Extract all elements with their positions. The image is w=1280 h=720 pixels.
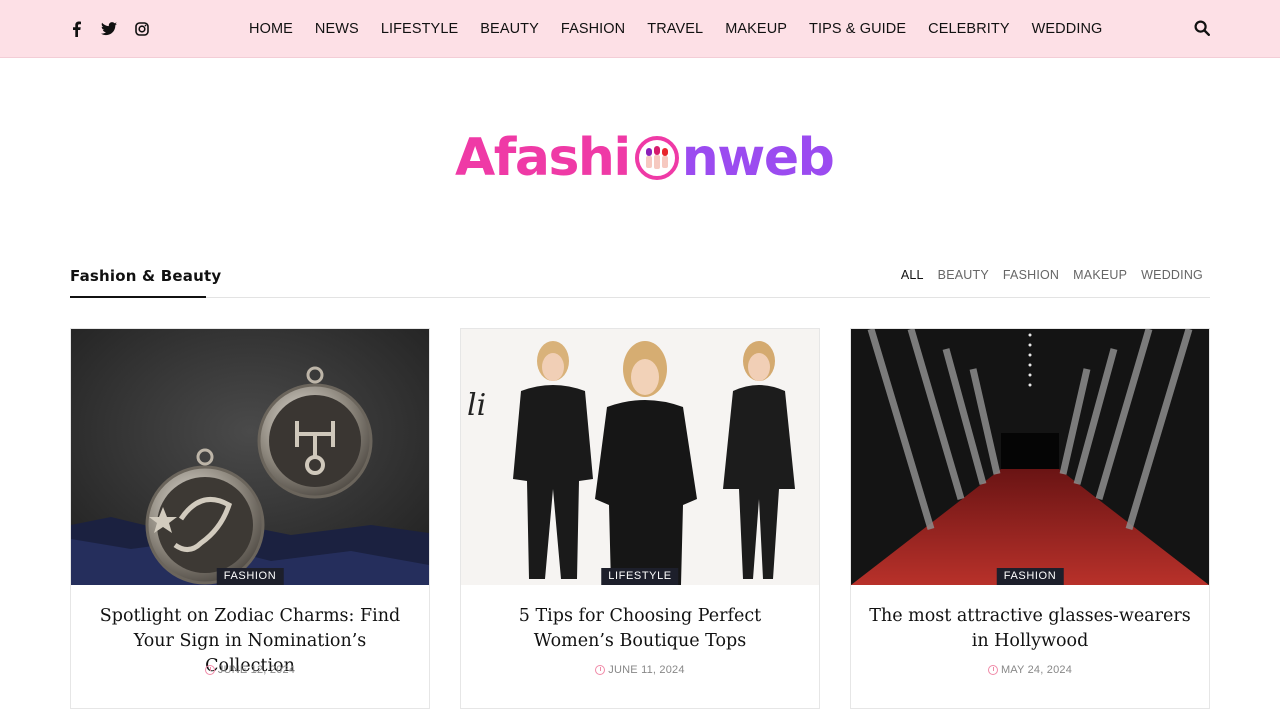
category-filters: ALL BEAUTY FASHION MAKEUP WEDDING (901, 268, 1203, 282)
svg-text:li: li (467, 388, 486, 423)
filter-all[interactable]: ALL (901, 268, 924, 282)
search-icon[interactable] (1194, 20, 1212, 38)
red-carpet-image[interactable] (851, 329, 1209, 585)
logo-text-end: nweb (681, 128, 835, 188)
nav-item-makeup[interactable]: MAKEUP (725, 21, 787, 37)
article-title[interactable]: The most attractive glasses-wearers in H… (869, 604, 1191, 654)
filter-makeup[interactable]: MAKEUP (1073, 268, 1127, 282)
category-badge[interactable]: FASHION (996, 568, 1064, 585)
nav-item-fashion[interactable]: FASHION (561, 21, 625, 37)
nav-item-tips-guide[interactable]: TIPS & GUIDE (809, 21, 906, 37)
article-date: MAY 24, 2024 (851, 664, 1209, 676)
nail-polish-icon (633, 134, 681, 182)
article-date: JUNE 12, 2024 (71, 664, 429, 676)
zodiac-charms-image[interactable] (71, 329, 429, 585)
article-card[interactable]: FASHION Spotlight on Zodiac Charms: Find… (70, 328, 430, 709)
boutique-tops-image[interactable]: li (461, 329, 819, 585)
nav-item-wedding[interactable]: WEDDING (1032, 21, 1103, 37)
article-date-text: MAY 24, 2024 (1000, 664, 1073, 676)
category-badge[interactable]: FASHION (216, 568, 284, 585)
clock-icon (595, 665, 606, 675)
nav-item-beauty[interactable]: BEAUTY (480, 21, 539, 37)
nav-item-celebrity[interactable]: CELEBRITY (928, 21, 1009, 37)
twitter-icon[interactable] (101, 20, 117, 38)
article-title[interactable]: 5 Tips for Choosing Perfect Women’s Bout… (479, 604, 801, 654)
section-title-underline (70, 296, 206, 298)
nav-item-lifestyle[interactable]: LIFESTYLE (381, 21, 458, 37)
section-header: Fashion & Beauty ALL BEAUTY FASHION MAKE… (70, 258, 1210, 298)
filter-wedding[interactable]: WEDDING (1141, 268, 1203, 282)
filter-beauty[interactable]: BEAUTY (938, 268, 989, 282)
article-date-text: JUNE 11, 2024 (608, 664, 685, 676)
clock-icon (987, 665, 998, 675)
article-date-text: JUNE 12, 2024 (217, 664, 296, 676)
category-badge[interactable]: LIFESTYLE (601, 568, 679, 585)
article-card[interactable]: li LIFESTYLE 5 Tips for Choosing Perfect… (460, 328, 820, 709)
clock-icon (204, 665, 215, 675)
logo-text-start: Afashi (455, 128, 631, 188)
instagram-icon[interactable] (134, 20, 150, 38)
main-nav: HOME NEWS LIFESTYLE BEAUTY FASHION TRAVE… (249, 0, 1102, 58)
nav-item-news[interactable]: NEWS (315, 21, 359, 37)
facebook-icon[interactable] (68, 20, 84, 38)
article-card[interactable]: FASHION The most attractive glasses-wear… (850, 328, 1210, 709)
nav-item-travel[interactable]: TRAVEL (647, 21, 703, 37)
section-title: Fashion & Beauty (70, 267, 222, 285)
filter-fashion[interactable]: FASHION (1003, 268, 1059, 282)
top-bar: HOME NEWS LIFESTYLE BEAUTY FASHION TRAVE… (0, 0, 1280, 58)
social-links (68, 20, 150, 38)
article-date: JUNE 11, 2024 (461, 664, 819, 676)
site-logo[interactable]: Afashi nweb (455, 118, 835, 198)
nav-item-home[interactable]: HOME (249, 21, 293, 37)
